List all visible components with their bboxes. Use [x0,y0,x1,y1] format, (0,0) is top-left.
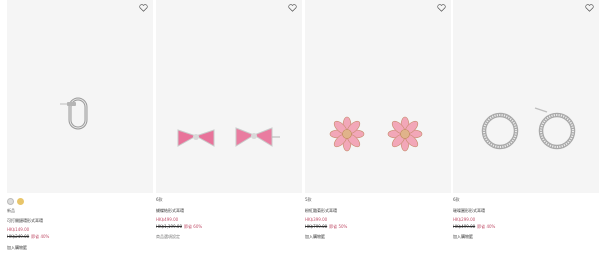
product-name[interactable]: 蝴蝶結形式耳環 [156,208,184,213]
product-price: HK$149.00 [7,227,30,232]
product-card[interactable]: 6款 蝴蝶結形式耳環 HK$499.00 HK$1,199.00 節省 60% 商… [156,0,302,265]
product-original-price: HK$799.00 節省 50% [305,224,347,229]
product-label: 5款 [305,197,312,202]
product-photo [177,127,280,147]
product-options-button[interactable]: 商品選項設定 [156,234,180,239]
original-price: HK$799.00 [305,224,328,229]
product-original-price: HK$1,199.00 節省 60% [156,224,202,229]
swatch-silver[interactable] [7,197,14,205]
product-image[interactable] [305,0,451,193]
product-name[interactable]: 璀璨圓形形式耳環 [453,208,485,213]
product-card[interactable]: 5款 粉紅雛菊形式耳環 HK$399.00 HK$799.00 節省 50% 加入… [305,0,451,265]
product-original-price: HK$499.00 節省 40% [453,224,495,229]
product-photo [481,107,576,150]
product-name[interactable]: 可打開鏈環形式耳環 [7,218,43,223]
original-price: HK$249.00 [7,234,30,239]
discount: 節省 60% [184,224,203,229]
product-photo [60,97,88,130]
product-image[interactable] [7,0,153,193]
add-to-cart-button[interactable]: 加入購物籃 [305,234,325,239]
product-name[interactable]: 粉紅雛菊形式耳環 [305,208,337,213]
product-label: 6款 [453,197,460,202]
original-price: HK$499.00 [453,224,476,229]
product-price: HK$399.00 [305,217,328,222]
product-card[interactable]: 新品 可打開鏈環形式耳環 HK$149.00 HK$249.00 節省 40% 加… [7,0,153,265]
product-image[interactable] [156,0,302,193]
product-card[interactable]: 6款 璀璨圓形形式耳環 HK$299.00 HK$499.00 節省 40% 加入… [453,0,599,265]
discount: 節省 50% [329,224,348,229]
product-price: HK$299.00 [453,217,476,222]
color-swatches [7,197,24,205]
product-label: 6款 [156,197,163,202]
add-to-cart-button[interactable]: 加入購物籃 [453,234,473,239]
product-image[interactable] [453,0,599,193]
add-to-cart-button[interactable]: 加入購物籃 [7,245,27,250]
discount: 節省 40% [477,224,496,229]
product-original-price: HK$249.00 節省 40% [7,234,49,239]
product-photo [329,116,423,152]
product-price: HK$499.00 [156,217,179,222]
product-grid: 新品 可打開鏈環形式耳環 HK$149.00 HK$249.00 節省 40% 加… [0,0,600,265]
swatch-gold[interactable] [17,197,24,205]
discount: 節省 40% [31,234,50,239]
product-label: 新品 [7,208,15,213]
original-price: HK$1,199.00 [156,224,182,229]
